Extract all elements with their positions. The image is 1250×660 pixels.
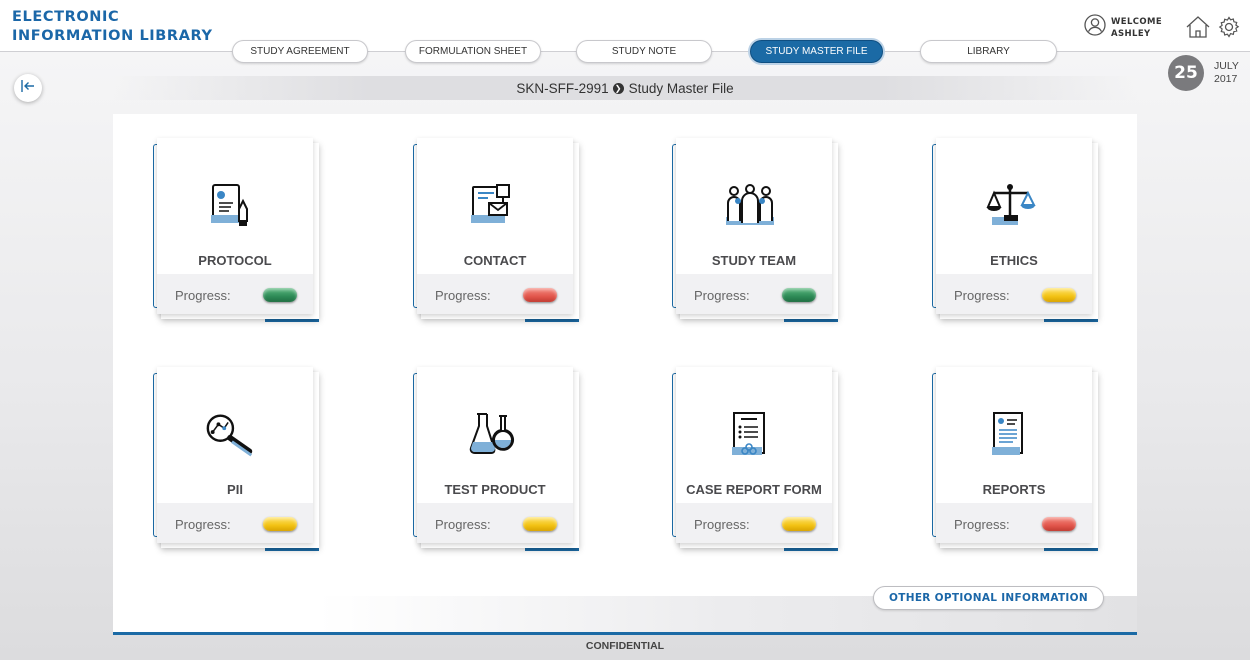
date-month: JULY [1214,60,1239,72]
progress-label: Progress: [694,288,750,303]
progress-label: Progress: [435,288,491,303]
tab-formulation-sheet[interactable]: FORMULATION SHEET [405,40,541,63]
date-year: 2017 [1214,73,1238,85]
panel-bottom-line [113,632,1137,635]
contact-icon [463,180,519,230]
other-optional-information-button[interactable]: OTHER OPTIONAL INFORMATION [873,586,1104,610]
progress-label: Progress: [954,517,1010,532]
progress-label: Progress: [175,517,231,532]
user-menu[interactable]: WELCOME ASHLEY [1084,14,1162,41]
card-title: STUDY TEAM [711,253,797,268]
progress-status-indicator [1042,288,1076,302]
card-title: ETHICS [990,253,1038,268]
team-icon [722,180,778,230]
section-card-pii[interactable]: PII Progress: [153,367,319,553]
breadcrumb: SKN-SFF-2991 ❯ Study Master File [0,76,1250,100]
progress-status-indicator [782,517,816,531]
tab-study-master-file[interactable]: STUDY MASTER FILE [750,40,883,63]
tab-study-note[interactable]: STUDY NOTE [576,40,712,63]
progress-status-indicator [782,288,816,302]
breadcrumb-page: Study Master File [628,80,734,96]
user-icon [1084,14,1106,41]
report-icon [982,409,1038,459]
progress-status-indicator [263,288,297,302]
protocol-document-icon [203,180,259,230]
settings-gear-icon[interactable] [1216,14,1242,40]
date-widget: 25 JULY 2017 [1168,55,1239,91]
section-card-study-team[interactable]: STUDY TEAM Progress: [672,138,838,324]
card-title: PII [227,482,243,497]
confidential-label: CONFIDENTIAL [585,640,665,652]
section-card-case-report-form[interactable]: CASE REPORT FORM Progress: [672,367,838,553]
progress-label: Progress: [435,517,491,532]
card-title: PROTOCOL [198,253,272,268]
section-card-test-product[interactable]: TEST PRODUCT Progress: [413,367,579,553]
card-title: CASE REPORT FORM [686,482,822,497]
magnifier-icon [203,409,259,459]
progress-label: Progress: [954,288,1010,303]
welcome-label: WELCOME [1111,16,1163,27]
progress-status-indicator [523,517,557,531]
progress-label: Progress: [694,517,750,532]
scales-icon [982,180,1038,230]
section-card-contact[interactable]: CONTACT Progress: [413,138,579,324]
progress-label: Progress: [175,288,231,303]
app-title-line1: ELECTRONIC [12,9,120,25]
user-name: ASHLEY [1111,28,1151,39]
card-title: CONTACT [463,253,527,268]
tab-study-agreement[interactable]: STUDY AGREEMENT [232,40,368,63]
flasks-icon [463,409,519,459]
progress-status-indicator [523,288,557,302]
date-day: 25 [1168,55,1204,91]
section-card-protocol[interactable]: PROTOCOL Progress: [153,138,319,324]
card-title: TEST PRODUCT [444,482,546,497]
app-title: ELECTRONIC INFORMATION LIBRARY [12,8,213,46]
clipboard-icon [722,409,778,459]
progress-status-indicator [1042,517,1076,531]
breadcrumb-study-id[interactable]: SKN-SFF-2991 [516,81,608,96]
chevron-right-icon: ❯ [612,82,624,94]
section-card-ethics[interactable]: ETHICS Progress: [932,138,1098,324]
progress-status-indicator [263,517,297,531]
app-title-line2: INFORMATION LIBRARY [12,28,213,44]
section-card-reports[interactable]: REPORTS Progress: [932,367,1098,553]
card-title: REPORTS [982,482,1046,497]
tab-library[interactable]: LIBRARY [920,40,1057,63]
home-icon[interactable] [1185,14,1211,40]
